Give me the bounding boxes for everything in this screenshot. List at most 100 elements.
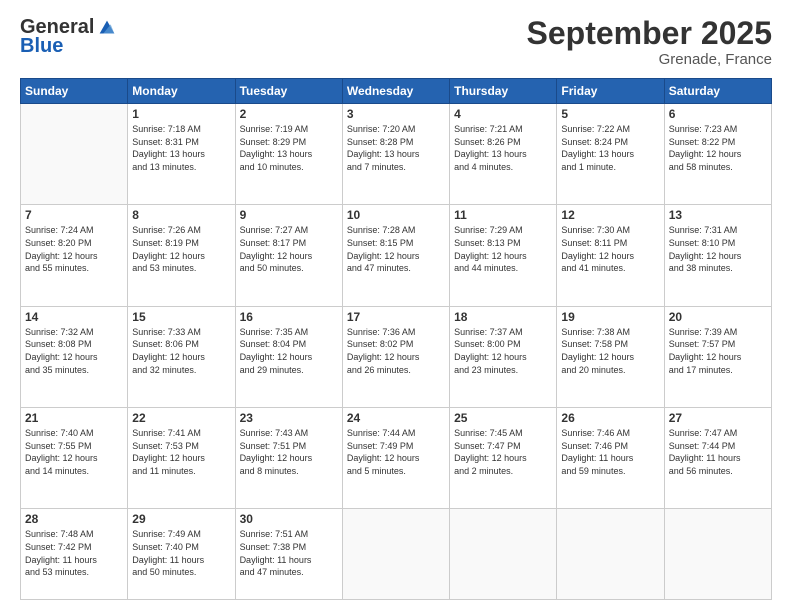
table-row: 24 Sunrise: 7:44 AMSunset: 7:49 PMDayligh… (342, 408, 449, 509)
table-row: 30Sunrise: 7:51 AMSunset: 7:38 PMDayligh… (235, 509, 342, 600)
logo: General Blue (20, 16, 118, 58)
table-row: 7 Sunrise: 7:24 AMSunset: 8:20 PMDaylight… (21, 205, 128, 306)
col-friday: Friday (557, 79, 664, 104)
day-number: 2 (240, 107, 338, 121)
day-number: 19 (561, 310, 659, 324)
day-number: 10 (347, 208, 445, 222)
day-info: Sunrise: 7:41 AMSunset: 7:53 PMDaylight:… (132, 427, 230, 477)
day-number: 4 (454, 107, 552, 121)
day-info: Sunrise: 7:26 AMSunset: 8:19 PMDaylight:… (132, 224, 230, 274)
day-number: 3 (347, 107, 445, 121)
table-row: 28 Sunrise: 7:48 AMSunset: 7:42 PMDayligh… (21, 509, 128, 600)
day-info: Sunrise: 7:21 AMSunset: 8:26 PMDaylight:… (454, 123, 552, 173)
day-number: 17 (347, 310, 445, 324)
table-row: 17 Sunrise: 7:36 AMSunset: 8:02 PMDayligh… (342, 306, 449, 407)
day-number: 25 (454, 411, 552, 425)
table-row: 22Sunrise: 7:41 AMSunset: 7:53 PMDayligh… (128, 408, 235, 509)
day-info: Sunrise: 7:30 AMSunset: 8:11 PMDaylight:… (561, 224, 659, 274)
day-number: 14 (25, 310, 123, 324)
day-number: 23 (240, 411, 338, 425)
day-info: Sunrise: 7:19 AMSunset: 8:29 PMDaylight:… (240, 123, 338, 173)
day-info: Sunrise: 7:45 AMSunset: 7:47 PMDaylight:… (454, 427, 552, 477)
day-number: 26 (561, 411, 659, 425)
table-row: 13Sunrise: 7:31 AMSunset: 8:10 PMDayligh… (664, 205, 771, 306)
table-row: 2 Sunrise: 7:19 AMSunset: 8:29 PMDaylight… (235, 104, 342, 205)
table-row: 29Sunrise: 7:49 AMSunset: 7:40 PMDayligh… (128, 509, 235, 600)
table-row (450, 509, 557, 600)
day-number: 24 (347, 411, 445, 425)
header: General Blue September 2025 Grenade, Fra… (20, 16, 772, 68)
table-row: 5 Sunrise: 7:22 AMSunset: 8:24 PMDaylight… (557, 104, 664, 205)
day-number: 11 (454, 208, 552, 222)
day-number: 9 (240, 208, 338, 222)
table-row: 3 Sunrise: 7:20 AMSunset: 8:28 PMDaylight… (342, 104, 449, 205)
day-info: Sunrise: 7:24 AMSunset: 8:20 PMDaylight:… (25, 224, 123, 274)
day-info: Sunrise: 7:29 AMSunset: 8:13 PMDaylight:… (454, 224, 552, 274)
day-info: Sunrise: 7:32 AMSunset: 8:08 PMDaylight:… (25, 326, 123, 376)
calendar-header-row: Sunday Monday Tuesday Wednesday Thursday… (21, 79, 772, 104)
table-row: 21 Sunrise: 7:40 AMSunset: 7:55 PMDayligh… (21, 408, 128, 509)
day-info: Sunrise: 7:48 AMSunset: 7:42 PMDaylight:… (25, 528, 123, 578)
table-row: 18 Sunrise: 7:37 AMSunset: 8:00 PMDayligh… (450, 306, 557, 407)
day-info: Sunrise: 7:35 AMSunset: 8:04 PMDaylight:… (240, 326, 338, 376)
day-info: Sunrise: 7:18 AMSunset: 8:31 PMDaylight:… (132, 123, 230, 173)
table-row: 8 Sunrise: 7:26 AMSunset: 8:19 PMDaylight… (128, 205, 235, 306)
col-monday: Monday (128, 79, 235, 104)
col-saturday: Saturday (664, 79, 771, 104)
day-info: Sunrise: 7:37 AMSunset: 8:00 PMDaylight:… (454, 326, 552, 376)
day-info: Sunrise: 7:43 AMSunset: 7:51 PMDaylight:… (240, 427, 338, 477)
table-row: 14 Sunrise: 7:32 AMSunset: 8:08 PMDayligh… (21, 306, 128, 407)
table-row: 16 Sunrise: 7:35 AMSunset: 8:04 PMDayligh… (235, 306, 342, 407)
table-row (21, 104, 128, 205)
day-info: Sunrise: 7:36 AMSunset: 8:02 PMDaylight:… (347, 326, 445, 376)
table-row: 25 Sunrise: 7:45 AMSunset: 7:47 PMDayligh… (450, 408, 557, 509)
table-row: 23 Sunrise: 7:43 AMSunset: 7:51 PMDayligh… (235, 408, 342, 509)
table-row (557, 509, 664, 600)
table-row: 27 Sunrise: 7:47 AMSunset: 7:44 PMDayligh… (664, 408, 771, 509)
day-number: 7 (25, 208, 123, 222)
table-row: 4 Sunrise: 7:21 AMSunset: 8:26 PMDaylight… (450, 104, 557, 205)
logo-blue: Blue (20, 35, 63, 58)
table-row: 26 Sunrise: 7:46 AMSunset: 7:46 PMDayligh… (557, 408, 664, 509)
day-info: Sunrise: 7:22 AMSunset: 8:24 PMDaylight:… (561, 123, 659, 173)
month-title: September 2025 (527, 16, 772, 51)
day-info: Sunrise: 7:27 AMSunset: 8:17 PMDaylight:… (240, 224, 338, 274)
table-row: 15 Sunrise: 7:33 AMSunset: 8:06 PMDayligh… (128, 306, 235, 407)
location: Grenade, France (527, 51, 772, 68)
day-info: Sunrise: 7:40 AMSunset: 7:55 PMDaylight:… (25, 427, 123, 477)
day-info: Sunrise: 7:31 AMSunset: 8:10 PMDaylight:… (669, 224, 767, 274)
calendar-table: Sunday Monday Tuesday Wednesday Thursday… (20, 78, 772, 600)
day-info: Sunrise: 7:20 AMSunset: 8:28 PMDaylight:… (347, 123, 445, 173)
day-number: 27 (669, 411, 767, 425)
day-number: 15 (132, 310, 230, 324)
col-wednesday: Wednesday (342, 79, 449, 104)
day-number: 12 (561, 208, 659, 222)
table-row: 19 Sunrise: 7:38 AMSunset: 7:58 PMDayligh… (557, 306, 664, 407)
title-block: September 2025 Grenade, France (527, 16, 772, 68)
day-info: Sunrise: 7:47 AMSunset: 7:44 PMDaylight:… (669, 427, 767, 477)
day-info: Sunrise: 7:28 AMSunset: 8:15 PMDaylight:… (347, 224, 445, 274)
day-number: 8 (132, 208, 230, 222)
day-number: 21 (25, 411, 123, 425)
col-thursday: Thursday (450, 79, 557, 104)
day-number: 16 (240, 310, 338, 324)
table-row: 12 Sunrise: 7:30 AMSunset: 8:11 PMDayligh… (557, 205, 664, 306)
day-number: 18 (454, 310, 552, 324)
col-sunday: Sunday (21, 79, 128, 104)
table-row: 9 Sunrise: 7:27 AMSunset: 8:17 PMDaylight… (235, 205, 342, 306)
day-info: Sunrise: 7:51 AMSunset: 7:38 PMDaylight:… (240, 528, 338, 578)
day-info: Sunrise: 7:46 AMSunset: 7:46 PMDaylight:… (561, 427, 659, 477)
col-tuesday: Tuesday (235, 79, 342, 104)
day-number: 6 (669, 107, 767, 121)
table-row (664, 509, 771, 600)
day-info: Sunrise: 7:44 AMSunset: 7:49 PMDaylight:… (347, 427, 445, 477)
table-row: 20Sunrise: 7:39 AMSunset: 7:57 PMDayligh… (664, 306, 771, 407)
day-info: Sunrise: 7:33 AMSunset: 8:06 PMDaylight:… (132, 326, 230, 376)
day-number: 28 (25, 512, 123, 526)
day-number: 1 (132, 107, 230, 121)
day-number: 5 (561, 107, 659, 121)
table-row: 10 Sunrise: 7:28 AMSunset: 8:15 PMDayligh… (342, 205, 449, 306)
day-info: Sunrise: 7:23 AMSunset: 8:22 PMDaylight:… (669, 123, 767, 173)
day-info: Sunrise: 7:38 AMSunset: 7:58 PMDaylight:… (561, 326, 659, 376)
table-row: 11 Sunrise: 7:29 AMSunset: 8:13 PMDayligh… (450, 205, 557, 306)
